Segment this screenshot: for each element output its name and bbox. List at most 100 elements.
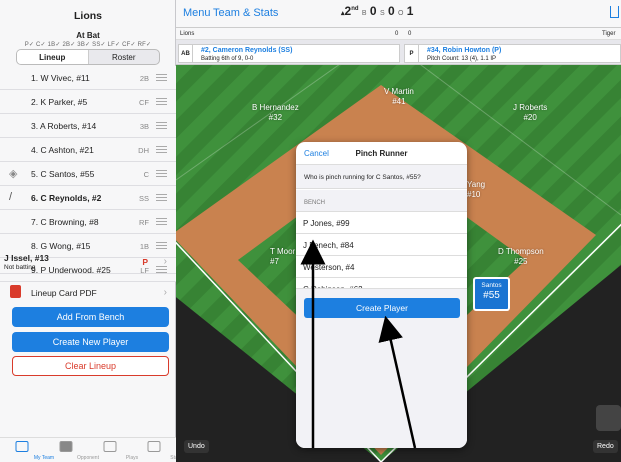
drag-handle-icon[interactable] (156, 170, 167, 177)
player-label: 4. C Ashton, #21 (31, 145, 94, 155)
fielder-number: #41 (392, 97, 406, 106)
away-team-name: Tiger (602, 31, 616, 37)
bench-player-row[interactable]: Westerson, #4 (296, 255, 467, 277)
position-label: CF (139, 98, 149, 107)
not-batting-row[interactable]: J Issel, #13 Not batting P › (0, 250, 176, 274)
lineup-row-2[interactable]: 2. K Parker, #5 CF (0, 90, 176, 114)
lineup-sidebar: Lions At Bat P✓ C✓ 1B✓ 2B✓ 3B✓ SS✓ LF✓ C… (0, 0, 182, 462)
fielder-1b[interactable]: D Thompson #25 (498, 247, 544, 267)
balls-label: B (361, 10, 367, 17)
tab-roster[interactable]: Roster (89, 50, 160, 64)
pitcher-info: Pitch Count: 13 (4), 1.1 IP (427, 56, 497, 62)
fielder-name: V Martin (384, 87, 414, 96)
fielder-number: #32 (268, 113, 283, 122)
redo-button[interactable]: Redo (593, 440, 618, 453)
create-player-button[interactable]: Create Player (304, 298, 460, 318)
runner-name: Santos (481, 282, 502, 289)
lineup-roster-toggle[interactable]: Lineup Roster (16, 49, 160, 65)
fielder-2b[interactable]: Yang #10 (467, 180, 485, 200)
drag-handle-icon[interactable] (156, 74, 167, 81)
undo-button[interactable]: Undo (184, 440, 209, 453)
lineup-row-3[interactable]: 3. A Roberts, #14 3B (0, 114, 176, 138)
fielder-number: #25 (514, 257, 528, 266)
chevron-right-icon: › (163, 256, 167, 267)
cancel-button[interactable]: Cancel (304, 149, 329, 158)
at-bat-label: At Bat (76, 31, 100, 40)
fielder-name: D Thompson (498, 247, 544, 256)
add-from-bench-button[interactable]: Add From Bench (12, 307, 169, 327)
drag-handle-icon[interactable] (156, 146, 167, 153)
outs-label: O (397, 10, 404, 17)
position-label: 2B (139, 74, 149, 83)
fielder-lf[interactable]: B Hernandez #32 (252, 103, 299, 123)
drag-handle-icon[interactable] (156, 218, 167, 225)
away-runs: 0 (408, 31, 412, 37)
drag-handle-icon[interactable] (156, 194, 167, 201)
team-title: Lions (74, 10, 102, 22)
position-label: P (142, 257, 148, 267)
position-label: SS (138, 194, 149, 203)
dialog-question: Who is pinch running for C Santos, #55? (296, 165, 467, 189)
pdf-label: Lineup Card PDF (31, 288, 97, 298)
lineup-row-6[interactable]: / 6. C Reynolds, #2 SS (0, 186, 176, 210)
player-label: 1. W Vivec, #11 (31, 73, 90, 83)
runner-icon: ◈ (9, 168, 18, 180)
bench-player-row[interactable]: P Jones, #99 (296, 211, 467, 233)
runner-number: #55 (483, 290, 500, 301)
clear-lineup-button[interactable]: Clear Lineup (12, 356, 169, 376)
drag-handle-icon[interactable] (156, 122, 167, 129)
fielder-number: #7 (270, 257, 279, 266)
pitcher-tag: P (405, 45, 419, 62)
pitcher-name: #34, Robin Howton (P) (427, 47, 502, 54)
bat-icon: / (9, 191, 13, 203)
fielder-name: Yang (467, 180, 486, 189)
fielder-number: #20 (523, 113, 537, 122)
fielder-cf[interactable]: V Martin #41 (384, 87, 414, 107)
tab-plays[interactable]: Plays (88, 438, 138, 462)
player-label: 5. C Santos, #55 (31, 169, 95, 179)
batter-tag: AB (179, 45, 193, 62)
pitcher-card[interactable]: P #34, Robin Howton (P) Pitch Count: 13 … (404, 44, 621, 63)
pdf-icon (10, 285, 21, 298)
fielder-name: T Moor (270, 247, 296, 256)
bar-chart-icon (147, 441, 161, 452)
batter-info: Batting 6th of 9, 0-0 (201, 56, 254, 62)
tab-opponent[interactable]: Opponent (44, 438, 99, 462)
bench-player-row[interactable]: J Fenech, #84 (296, 233, 467, 255)
share-icon[interactable] (610, 6, 619, 18)
team-stats-button[interactable]: Team & Stats (213, 7, 278, 19)
strikes-label: S (379, 10, 385, 17)
outs-value: 1 (406, 4, 414, 18)
chevron-right-icon: › (163, 287, 167, 298)
runner-token[interactable]: Santos #55 (473, 277, 510, 311)
lineup-row-4[interactable]: 4. C Ashton, #21 DH (0, 138, 176, 162)
home-team-name: Lions (180, 31, 195, 37)
lineup-card-pdf-row[interactable]: Lineup Card PDF › (0, 283, 176, 303)
player-label: 2. K Parker, #5 (31, 97, 88, 107)
home-runs: 0 (395, 31, 399, 37)
lineup-row-7[interactable]: 7. C Browning, #8 RF (0, 210, 176, 234)
tab-stats[interactable]: Stats (132, 438, 182, 462)
top-nav-bar: Menu Team & Stats ▴2nd B 0 S 0 O 1 (176, 0, 621, 28)
drag-handle-icon[interactable] (156, 242, 167, 249)
lineup-row-5[interactable]: ◈ 5. C Santos, #55 C (0, 162, 176, 186)
lineup-row-1[interactable]: 1. W Vivec, #11 2B (0, 66, 176, 90)
fielder-number: #10 (467, 190, 481, 199)
bench-section-header: BENCH (296, 190, 467, 212)
fielder-rf[interactable]: J Roberts #20 (513, 103, 547, 123)
position-label: DH (138, 146, 149, 155)
create-new-player-button[interactable]: Create New Player (12, 332, 169, 352)
fielder-3b[interactable]: T Moor #7 (270, 247, 295, 267)
player-label: 3. A Roberts, #14 (31, 121, 97, 131)
drag-handle-icon[interactable] (156, 98, 167, 105)
position-label: C (143, 170, 149, 179)
player-label: J Issel, #13 (4, 253, 49, 263)
diamond-icon[interactable] (596, 405, 621, 431)
tab-lineup[interactable]: Lineup (17, 50, 89, 64)
matchup-bar: AB #2, Cameron Reynolds (SS) Batting 6th… (176, 40, 621, 65)
batter-card[interactable]: AB #2, Cameron Reynolds (SS) Batting 6th… (178, 44, 400, 63)
jersey-icon (15, 441, 29, 452)
inning-suffix: nd (351, 6, 359, 12)
menu-button[interactable]: Menu (183, 7, 211, 19)
tab-my-team[interactable]: My Team (0, 438, 54, 462)
